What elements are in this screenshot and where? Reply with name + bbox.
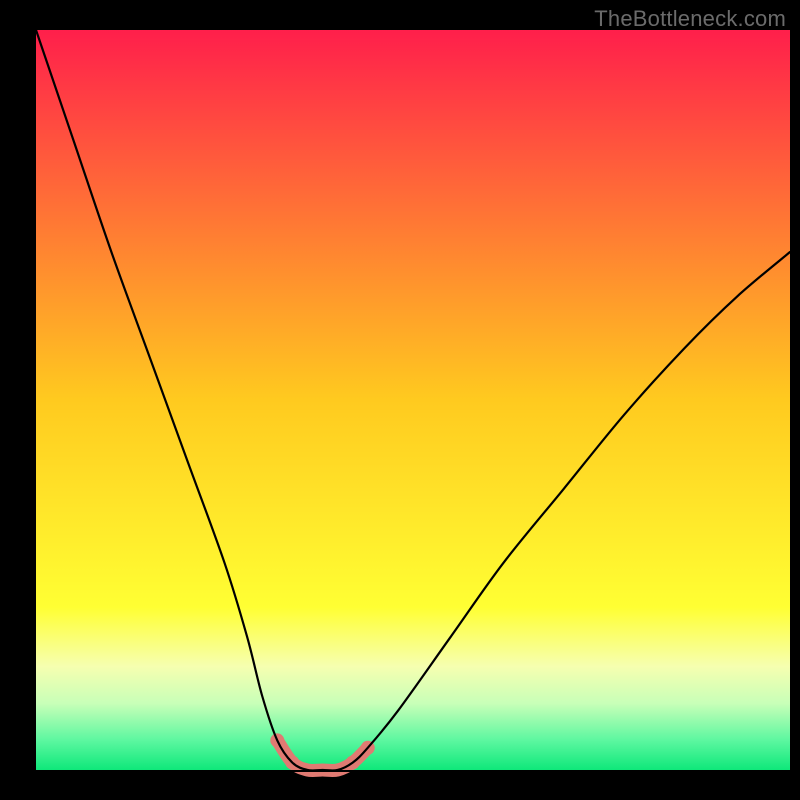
chart-container: TheBottleneck.com (0, 0, 800, 800)
gradient-background (36, 30, 790, 770)
bottleneck-curve-chart (0, 0, 800, 800)
attribution-label: TheBottleneck.com (594, 6, 786, 32)
